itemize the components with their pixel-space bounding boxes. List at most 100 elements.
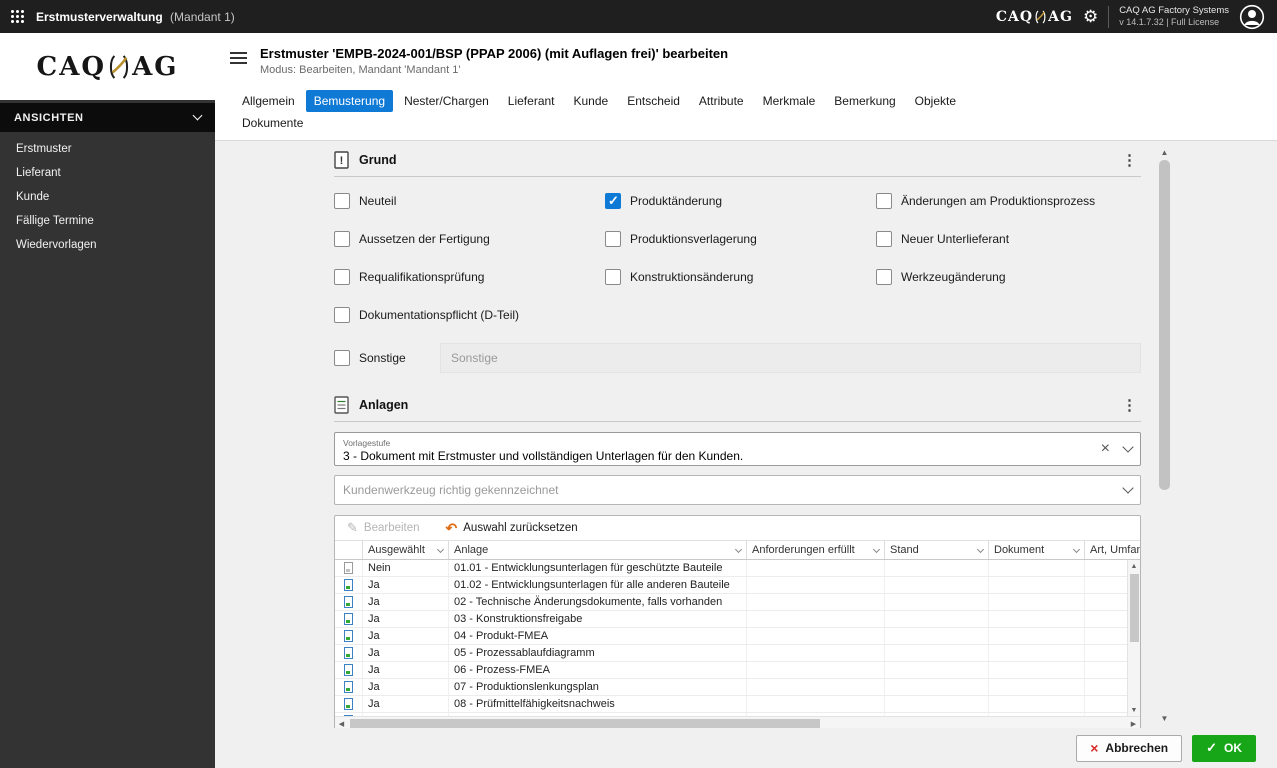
cell-dokument <box>989 628 1085 644</box>
table-vertical-scrollbar[interactable]: ▲ ▼ <box>1127 560 1140 716</box>
vorlagestufe-select[interactable]: Vorlagestufe 3 - Dokument mit Erstmuster… <box>334 432 1141 466</box>
checkbox-box <box>876 269 892 285</box>
tab-lieferant[interactable]: Lieferant <box>500 90 563 112</box>
kundenwerkzeug-select[interactable]: Kundenwerkzeug richtig gekennzeichnet <box>334 475 1141 505</box>
table-row[interactable]: Ja 02 - Technische Änderungsdokumente, f… <box>335 594 1140 611</box>
table-row[interactable]: Ja 07 - Produktionslenkungsplan <box>335 679 1140 696</box>
checkbox-box <box>605 193 621 209</box>
table-row[interactable]: Ja 03 - Konstruktionsfreigabe <box>335 611 1140 628</box>
scroll-down-arrow-icon[interactable]: ▼ <box>1128 704 1140 716</box>
table-row[interactable]: Ja 06 - Prozess-FMEA <box>335 662 1140 679</box>
chevron-down-icon[interactable] <box>1122 441 1134 453</box>
table-header: Ausgewählt Anlage Anforderungen erfüllt … <box>335 541 1140 560</box>
tab-kunde[interactable]: Kunde <box>566 90 617 112</box>
kebab-menu-icon[interactable]: ⋮ <box>1118 396 1141 414</box>
checkbox-produktionsverlagerung[interactable]: Produktionsverlagerung <box>605 231 876 247</box>
column-header-stand[interactable]: Stand <box>885 541 989 559</box>
cell-stand <box>885 560 989 576</box>
document-icon <box>344 681 353 693</box>
column-label: Anlage <box>454 544 489 556</box>
checkbox-box <box>605 231 621 247</box>
checkbox-box <box>334 350 350 366</box>
cell-dokument <box>989 679 1085 695</box>
clear-icon[interactable]: × <box>1101 441 1110 457</box>
page-subtitle: Modus: Bearbeiten, Mandant 'Mandant 1' <box>260 63 461 76</box>
sonstige-row: Sonstige <box>334 343 1141 373</box>
sonstige-input[interactable] <box>440 343 1141 373</box>
checkbox-box <box>605 269 621 285</box>
checkbox-requalifikationspruefung[interactable]: Requalifikationsprüfung <box>334 269 605 285</box>
logo-ag-text: AG <box>1048 8 1073 25</box>
column-header-anlage[interactable]: Anlage <box>449 541 747 559</box>
table-row[interactable]: Ja 05 - Prozessablaufdiagramm <box>335 645 1140 662</box>
scroll-up-arrow-icon[interactable]: ▲ <box>1157 145 1172 159</box>
table-row[interactable]: Nein 01.01 - Entwicklungsunterlagen für … <box>335 560 1140 577</box>
tab-bemerkung[interactable]: Bemerkung <box>826 90 903 112</box>
checkbox-sonstige[interactable]: Sonstige <box>334 350 440 366</box>
checkbox-label: Werkzeugänderung <box>901 270 1006 284</box>
cell-anlage: 01.01 - Entwicklungsunterlagen für gesch… <box>449 560 747 576</box>
cell-anlage: 04 - Produkt-FMEA <box>449 628 747 644</box>
table-row[interactable]: Ja 08 - Prüfmittelfähigkeitsnachweis <box>335 696 1140 713</box>
tab-merkmale[interactable]: Merkmale <box>755 90 824 112</box>
chevron-down-icon <box>436 545 445 553</box>
table-row[interactable]: Ja 01.02 - Entwicklungsunterlagen für al… <box>335 577 1140 594</box>
tab-dokumente[interactable]: Dokumente <box>234 112 311 134</box>
scroll-left-arrow-icon[interactable]: ◀ <box>335 717 348 728</box>
scroll-right-arrow-icon[interactable]: ▶ <box>1127 717 1140 728</box>
sidebar-item-lieferant[interactable]: Lieferant <box>0 161 215 185</box>
bearbeiten-button[interactable]: ✎ Bearbeiten <box>347 520 420 536</box>
sidebar-section-ansichten[interactable]: ANSICHTEN <box>0 103 215 132</box>
scrollbar-thumb[interactable] <box>350 719 820 728</box>
auswahl-zuruecksetzen-button[interactable]: ↶ Auswahl zurücksetzen <box>446 520 578 537</box>
column-header-ausgewaehlt[interactable]: Ausgewählt <box>363 541 449 559</box>
checkbox-box <box>334 307 350 323</box>
checkbox-label: Änderungen am Produktionsprozess <box>901 194 1096 208</box>
cancel-button[interactable]: × Abbrechen <box>1076 734 1183 762</box>
kebab-menu-icon[interactable]: ⋮ <box>1118 151 1141 169</box>
table-body: Nein 01.01 - Entwicklungsunterlagen für … <box>335 560 1140 716</box>
checkbox-aenderungen-produktionsprozess[interactable]: Änderungen am Produktionsprozess <box>876 193 1141 209</box>
caq-logo-swoosh-icon <box>1035 10 1046 23</box>
column-label: Dokument <box>994 544 1045 556</box>
cell-ausgewaehlt: Nein <box>363 560 449 576</box>
table-horizontal-scrollbar[interactable]: ◀ ▶ <box>335 716 1140 728</box>
table-row[interactable]: Ja 04 - Produkt-FMEA <box>335 628 1140 645</box>
chevron-down-icon[interactable] <box>1122 482 1134 494</box>
checkbox-label: Neuer Unterlieferant <box>901 232 1010 246</box>
tab-bemusterung[interactable]: Bemusterung <box>305 90 394 112</box>
hamburger-menu-icon[interactable] <box>230 49 247 67</box>
sidebar-item-wiedervorlagen[interactable]: Wiedervorlagen <box>0 233 215 257</box>
checkbox-aussetzen-fertigung[interactable]: Aussetzen der Fertigung <box>334 231 605 247</box>
checkbox-neuer-unterlieferant[interactable]: Neuer Unterlieferant <box>876 231 1141 247</box>
column-header-icon <box>335 541 363 559</box>
checkbox-konstruktionsaenderung[interactable]: Konstruktionsänderung <box>605 269 876 285</box>
sidebar-item-faellige-termine[interactable]: Fällige Termine <box>0 209 215 233</box>
cell-ausgewaehlt: Ja <box>363 662 449 678</box>
scroll-up-arrow-icon[interactable]: ▲ <box>1128 560 1140 572</box>
page-vertical-scrollbar[interactable]: ▲ ▼ <box>1157 145 1172 725</box>
cell-icon <box>335 577 363 593</box>
tab-attribute[interactable]: Attribute <box>691 90 752 112</box>
gear-icon[interactable]: ⚙ <box>1083 8 1098 25</box>
ok-button[interactable]: ✓ OK <box>1192 734 1256 762</box>
checkbox-neuteil[interactable]: Neuteil <box>334 193 605 209</box>
tab-nester-chargen[interactable]: Nester/Chargen <box>396 90 497 112</box>
tab-entscheid[interactable]: Entscheid <box>619 90 688 112</box>
checkbox-dokumentationspflicht[interactable]: Dokumentationspflicht (D-Teil) <box>334 307 1141 323</box>
checkbox-produktaenderung[interactable]: Produktänderung <box>605 193 876 209</box>
checkbox-label: Aussetzen der Fertigung <box>359 232 490 246</box>
scrollbar-thumb[interactable] <box>1159 160 1170 490</box>
column-header-dokument[interactable]: Dokument <box>989 541 1085 559</box>
scroll-down-arrow-icon[interactable]: ▼ <box>1157 711 1172 725</box>
tab-allgemein[interactable]: Allgemein <box>234 90 303 112</box>
sidebar-item-erstmuster[interactable]: Erstmuster <box>0 137 215 161</box>
sidebar-item-kunde[interactable]: Kunde <box>0 185 215 209</box>
column-header-anforderungen[interactable]: Anforderungen erfüllt <box>747 541 885 559</box>
column-header-art-umfang[interactable]: Art, Umfang <box>1085 541 1140 559</box>
apps-grid-icon[interactable] <box>0 0 34 33</box>
scrollbar-thumb[interactable] <box>1130 574 1139 642</box>
checkbox-werkzeugaenderung[interactable]: Werkzeugänderung <box>876 269 1141 285</box>
tab-objekte[interactable]: Objekte <box>907 90 964 112</box>
user-avatar-icon[interactable] <box>1239 4 1265 30</box>
